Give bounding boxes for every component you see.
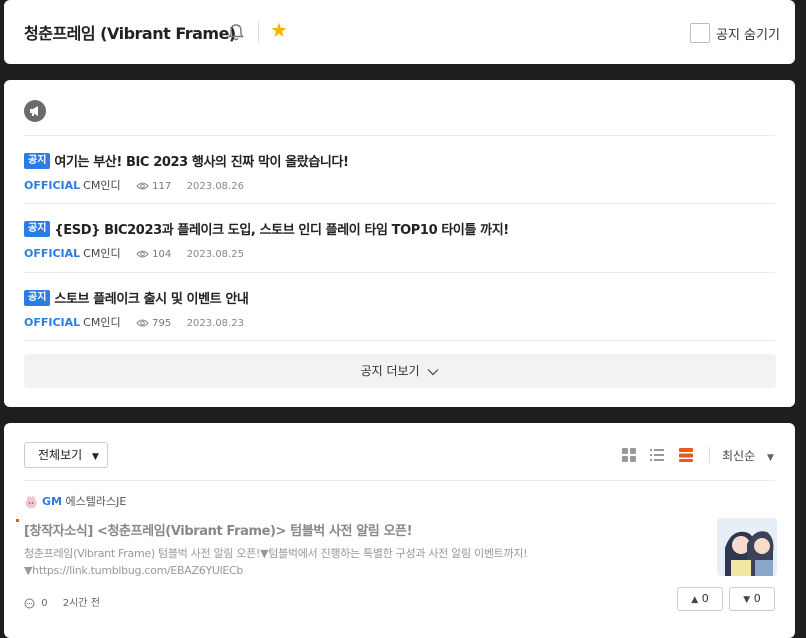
hide-notice-label[interactable]: 공지 숨기기 [716,24,780,43]
notice-date: 2023.08.25 [186,249,244,260]
eye-icon [136,182,149,190]
post-thumbnail[interactable] [717,518,777,576]
notice-item[interactable]: 공지 {ESD} BIC2023과 플레이크 도입, 스토브 인디 플레이 타임 … [24,218,775,261]
star-icon[interactable]: ★ [270,20,288,40]
official-tag: OFFICIAL [24,247,81,260]
upvote-count: 0 [701,592,709,605]
bell-icon[interactable] [226,22,246,42]
notice-divider [24,272,775,273]
downvote-count: 0 [753,592,761,605]
sort-label: 최신순 [722,449,756,463]
post-body-line: 청춘프레임(Vibrant Frame) 텀블벅 사전 알림 오픈!▼텀블벅에서… [24,547,528,560]
view-count: 795 [152,318,172,329]
page-title: 청춘프레임 (Vibrant Frame) [24,24,236,43]
more-notices-button[interactable]: 공지 더보기 [24,354,776,388]
card-view-icon[interactable] [678,447,694,463]
notice-divider [24,203,775,204]
notice-panel: 공지 여기는 부산! BIC 2023 행사의 진짜 막이 올랐습니다! OFFI… [4,80,795,407]
header-divider [258,22,259,42]
notice-divider [24,340,775,341]
notice-date: 2023.08.26 [186,181,244,192]
official-tag: OFFICIAL [24,316,81,329]
notice-badge: 공지 [24,220,51,237]
caret-down-icon: ▼ [92,452,99,462]
filter-label: 전체보기 [38,448,83,462]
grid-view-icon[interactable] [621,447,637,463]
post-stats: 0 2시간 전 [24,594,100,609]
official-tag: OFFICIAL [24,179,81,192]
eye-icon [136,250,149,258]
unread-dot [16,519,19,522]
triangle-up-icon: ▲ [691,595,699,605]
hide-notice-checkbox[interactable] [690,23,710,43]
filter-dropdown[interactable]: 전체보기 ▼ [24,442,108,468]
notice-meta: OFFICIAL CM인디 104 2023.08.25 [24,247,775,261]
notice-title[interactable]: 스토브 플레이크 출시 및 이벤트 안내 [54,292,248,307]
comment-count: 0 [41,598,48,609]
view-divider [709,447,710,463]
post-body[interactable]: 청춘프레임(Vibrant Frame) 텀블벅 사전 알림 오픈!▼텀블벅에서… [24,545,664,579]
notice-meta: OFFICIAL CM인디 117 2023.08.26 [24,179,775,193]
notice-author[interactable]: CM인디 [83,179,120,192]
comment-icon [24,598,35,608]
triangle-down-icon: ▼ [743,595,751,605]
megaphone-icon [24,100,46,122]
notice-badge: 공지 [24,289,51,306]
notice-author[interactable]: CM인디 [83,247,120,260]
post-author[interactable]: 에스텔라스JE [65,495,126,508]
post-time: 2시간 전 [62,598,100,609]
chevron-down-icon [427,368,439,375]
post-body-line: ▼https://link.tumblbug.com/EBAZ6YUlECb [24,564,244,577]
notice-author[interactable]: CM인디 [83,316,120,329]
notice-meta: OFFICIAL CM인디 795 2023.08.23 [24,316,775,330]
post-author-row: GM 에스텔라스JE [24,494,126,510]
upvote-button[interactable]: ▲ 0 [677,587,723,611]
sort-dropdown[interactable]: 최신순 ▼ [722,447,774,464]
caret-down-icon: ▼ [766,453,774,463]
gm-tag: GM [42,495,62,508]
notice-title[interactable]: {ESD} BIC2023과 플레이크 도입, 스토브 인디 플레이 타임 TO… [54,223,509,238]
post-panel: 전체보기 ▼ 최신순 ▼ GM 에스텔라스JE [창작자소식] <청춘프레임(V… [4,423,795,638]
view-count: 117 [152,181,172,192]
notice-badge: 공지 [24,152,51,169]
more-notices-label: 공지 더보기 [360,364,420,378]
notice-date: 2023.08.23 [186,318,244,329]
community-header: 청춘프레임 (Vibrant Frame) ★ 공지 숨기기 [4,0,795,64]
eye-icon [136,319,149,327]
post-title[interactable]: [창작자소식] <청춘프레임(Vibrant Frame)> 텀블벅 사전 알림… [24,520,413,539]
list-view-icon[interactable] [649,447,665,463]
avatar[interactable] [24,495,38,509]
notice-title[interactable]: 여기는 부산! BIC 2023 행사의 진짜 막이 올랐습니다! [54,155,349,170]
view-count: 104 [152,249,172,260]
downvote-button[interactable]: ▼ 0 [729,587,775,611]
notice-item[interactable]: 공지 여기는 부산! BIC 2023 행사의 진짜 막이 올랐습니다! OFFI… [24,150,775,193]
notice-item[interactable]: 공지 스토브 플레이크 출시 및 이벤트 안내 OFFICIAL CM인디 795 … [24,287,775,330]
post-divider [24,480,775,481]
notice-divider [24,135,775,136]
